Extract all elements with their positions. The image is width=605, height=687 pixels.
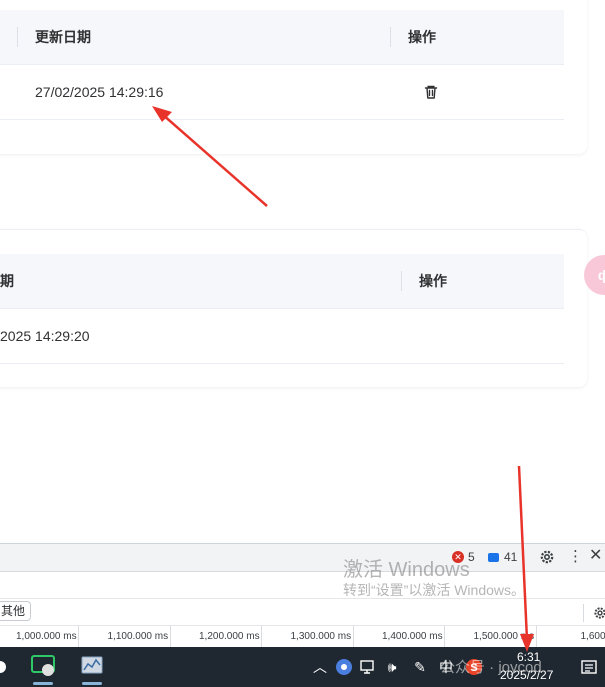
annotation-arrow-clock [517,465,534,652]
annotation-arrow-date [152,106,268,207]
annotation-arrows [152,106,534,652]
page: 更新日期 操作 27/02/2025 14:29:16 期 操作 2025 14… [0,0,605,687]
